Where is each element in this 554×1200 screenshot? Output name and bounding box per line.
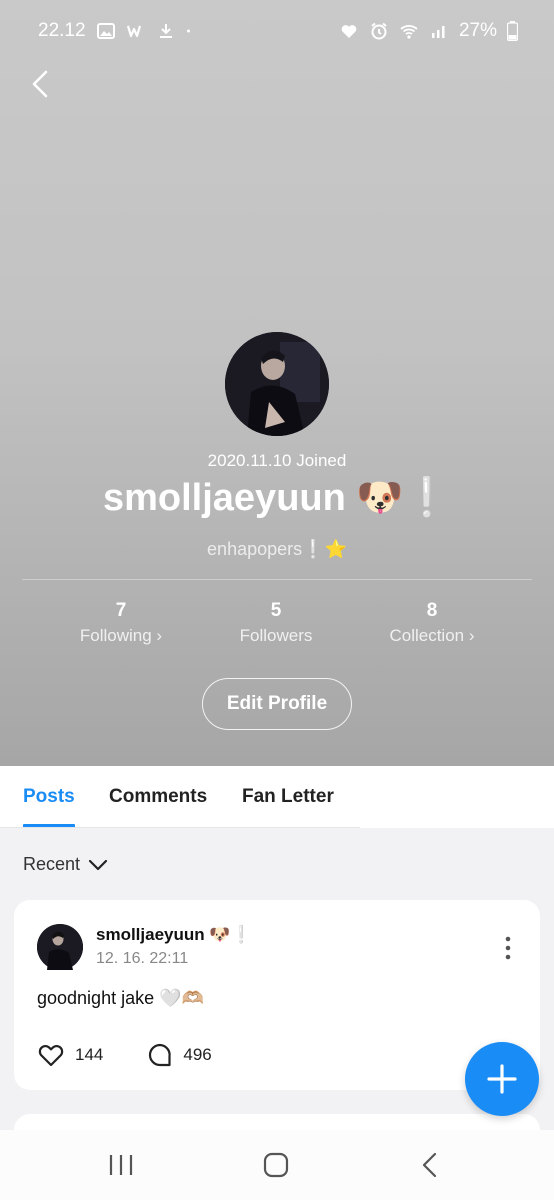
- post-body: goodnight jake 🤍🫶🏼: [37, 988, 204, 1008]
- status-bar: 22.12 27%: [0, 0, 554, 64]
- dot-icon: [186, 29, 190, 33]
- comment-button[interactable]: 496: [147, 1042, 212, 1068]
- battery-percent: 27%: [458, 20, 497, 41]
- like-button[interactable]: 144: [37, 1042, 103, 1068]
- post-actions: 144 496: [37, 1042, 256, 1068]
- post-timestamp: 12. 16. 22:11: [96, 950, 189, 967]
- community-name[interactable]: enhapopers❕⭐: [0, 539, 554, 560]
- recent-apps-icon[interactable]: [106, 1150, 136, 1180]
- profile-header: 22.12 27% 2020.11.10 Joined smolljaeyuun…: [0, 0, 554, 766]
- profile-stats: 7 Following › 5 Followers 8 Collection ›: [0, 600, 554, 660]
- home-icon[interactable]: [261, 1150, 291, 1180]
- gallery-icon: [96, 23, 115, 39]
- stat-followers[interactable]: 5 Followers: [196, 600, 356, 646]
- status-time: 22.12: [38, 20, 86, 41]
- stat-followers-count: 5: [270, 600, 282, 621]
- signal-icon: [431, 26, 445, 38]
- edit-profile-button[interactable]: Edit Profile: [202, 678, 352, 730]
- heart-outline-icon: [38, 1045, 64, 1067]
- profile-username: smolljaeyuun 🐶❕: [102, 477, 452, 519]
- stat-collection[interactable]: 8 Collection ›: [352, 600, 512, 646]
- battery-icon: [507, 21, 518, 41]
- stat-collection-label: Collection ›: [389, 626, 475, 645]
- post-card[interactable]: smolljaeyuun 🐶❕ 12. 16. 22:11 goodnight …: [14, 900, 540, 1090]
- download-icon: [159, 24, 172, 38]
- weverse-icon: [126, 25, 141, 38]
- tab-posts[interactable]: Posts: [23, 786, 75, 808]
- alarm-icon: [371, 22, 387, 40]
- joined-date: 2020.11.10 Joined: [207, 451, 347, 470]
- plus-icon: [487, 1064, 517, 1094]
- sort-dropdown[interactable]: Recent: [23, 854, 108, 875]
- tabs-divider: [0, 827, 360, 828]
- back-button[interactable]: [24, 66, 60, 102]
- post-author-name[interactable]: smolljaeyuun 🐶❕: [96, 925, 252, 945]
- wifi-icon: [400, 25, 418, 39]
- more-options-icon[interactable]: [502, 936, 514, 960]
- header-divider: [22, 579, 532, 580]
- stat-following-label: Following ›: [79, 626, 163, 645]
- comment-bubble-icon: [149, 1043, 172, 1067]
- post-author-avatar[interactable]: [37, 924, 83, 970]
- tab-fan-letter[interactable]: Fan Letter: [242, 786, 334, 808]
- stat-followers-label: Followers: [239, 626, 313, 645]
- stat-collection-count: 8: [426, 600, 438, 621]
- stat-following[interactable]: 7 Following ›: [41, 600, 201, 646]
- sort-label: Recent: [23, 854, 81, 874]
- comment-count: 496: [183, 1045, 212, 1064]
- chevron-down-icon: [88, 859, 108, 870]
- heart-icon: [341, 25, 357, 38]
- back-nav-icon[interactable]: [416, 1150, 446, 1180]
- like-count: 144: [75, 1045, 104, 1064]
- system-navigation-bar: [0, 1130, 554, 1200]
- create-post-button[interactable]: [465, 1042, 539, 1116]
- stat-following-count: 7: [115, 600, 127, 621]
- tab-comments[interactable]: Comments: [109, 786, 207, 808]
- profile-tabs: Posts Comments Fan Letter: [0, 766, 554, 828]
- profile-avatar[interactable]: [225, 332, 329, 436]
